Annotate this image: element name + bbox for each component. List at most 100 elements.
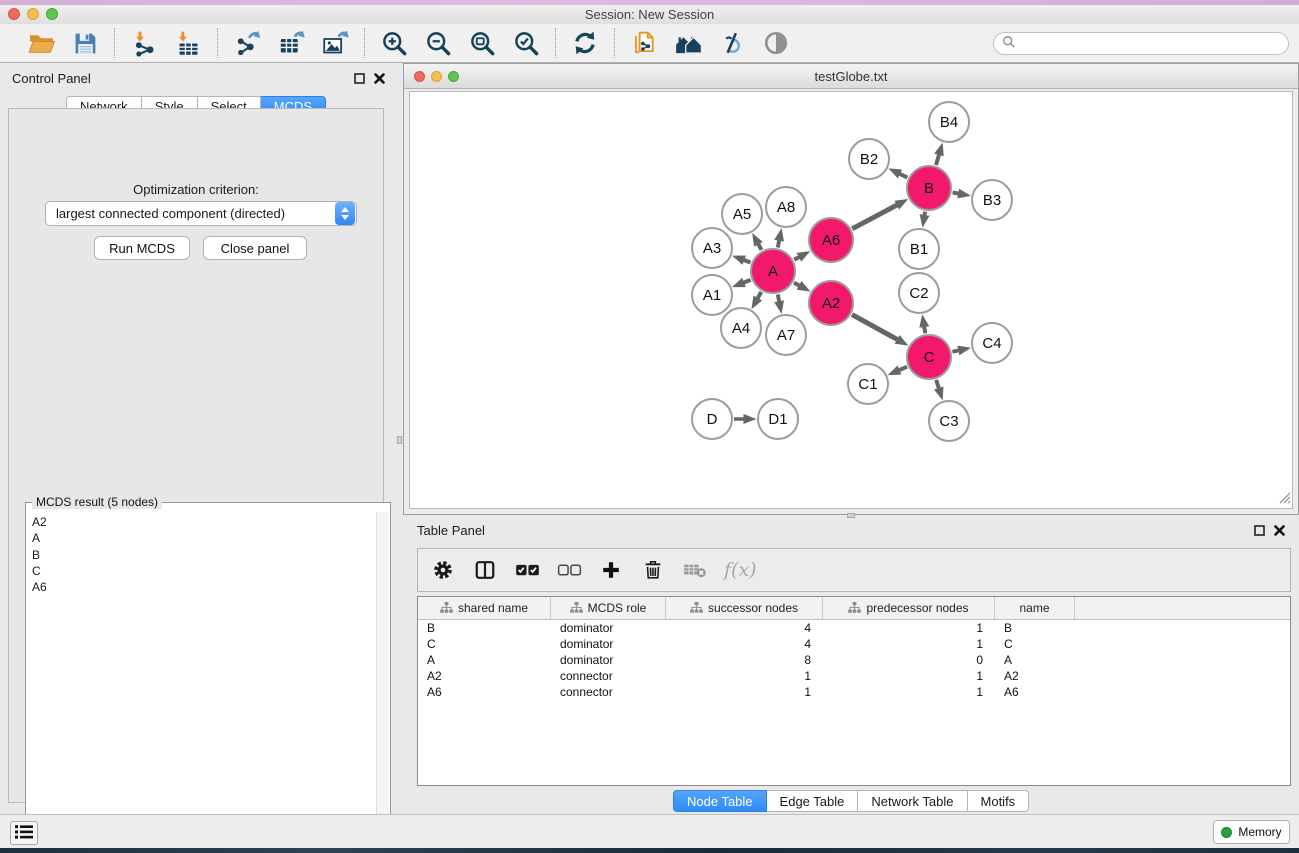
- copy-network-icon[interactable]: [629, 28, 659, 58]
- column-header-MCDS-role[interactable]: MCDS role: [551, 597, 666, 619]
- graph-node-B1[interactable]: B1: [898, 228, 940, 270]
- graphics-details-icon[interactable]: [717, 28, 747, 58]
- close-panel-icon[interactable]: [1274, 525, 1285, 536]
- zoom-window-icon[interactable]: [46, 8, 58, 20]
- tab-node-table[interactable]: Node Table: [673, 790, 767, 812]
- edge[interactable]: [924, 327, 925, 334]
- column-browser-icon[interactable]: [472, 557, 498, 583]
- run-mcds-button[interactable]: Run MCDS: [94, 236, 190, 260]
- table-row[interactable]: A2connector11A2: [418, 668, 1290, 684]
- network-window-titlebar[interactable]: testGlobe.txt: [404, 64, 1298, 89]
- edge[interactable]: [794, 257, 799, 260]
- result-scrollbar[interactable]: [376, 512, 389, 840]
- tab-edge-table[interactable]: Edge Table: [767, 790, 859, 812]
- graph-node-A1[interactable]: A1: [691, 274, 733, 316]
- graph-node-D[interactable]: D: [691, 398, 733, 440]
- graph-node-B2[interactable]: B2: [848, 138, 890, 180]
- export-network-icon[interactable]: [232, 28, 262, 58]
- graph-node-A3[interactable]: A3: [691, 227, 733, 269]
- task-history-button[interactable]: [10, 821, 38, 845]
- tab-motifs[interactable]: Motifs: [968, 790, 1030, 812]
- import-table-icon[interactable]: [173, 28, 203, 58]
- edge[interactable]: [778, 295, 779, 302]
- close-panel-button[interactable]: Close panel: [203, 236, 307, 260]
- graph-node-A[interactable]: A: [750, 248, 796, 294]
- edge[interactable]: [899, 367, 907, 371]
- delete-table-icon[interactable]: [682, 557, 708, 583]
- export-image-icon[interactable]: [320, 28, 350, 58]
- zoom-fit-icon[interactable]: [467, 28, 497, 58]
- float-panel-icon[interactable]: [1254, 525, 1265, 536]
- graph-node-C4[interactable]: C4: [971, 322, 1013, 364]
- graph-node-A2[interactable]: A2: [808, 280, 854, 326]
- open-file-icon[interactable]: [26, 28, 56, 58]
- import-network-icon[interactable]: [129, 28, 159, 58]
- edge[interactable]: [852, 205, 897, 229]
- select-all-icon[interactable]: [514, 557, 540, 583]
- edge[interactable]: [936, 380, 939, 389]
- zoom-selected-icon[interactable]: [511, 28, 541, 58]
- deselect-all-icon[interactable]: [556, 557, 582, 583]
- search-field[interactable]: [993, 32, 1289, 55]
- save-session-icon[interactable]: [70, 28, 100, 58]
- graph-node-B[interactable]: B: [906, 165, 952, 211]
- column-header-name[interactable]: name: [995, 597, 1075, 619]
- edge[interactable]: [936, 155, 939, 166]
- graph-node-B4[interactable]: B4: [928, 101, 970, 143]
- edge[interactable]: [952, 350, 958, 351]
- zoom-in-icon[interactable]: [379, 28, 409, 58]
- mcds-result-list[interactable]: A2ABCA6: [27, 512, 376, 840]
- resize-grip-icon[interactable]: [1277, 490, 1291, 507]
- zoom-out-icon[interactable]: [423, 28, 453, 58]
- export-table-icon[interactable]: [276, 28, 306, 58]
- edge[interactable]: [758, 292, 762, 299]
- table-row[interactable]: Adominator80A: [418, 652, 1290, 668]
- minimize-view-icon[interactable]: [431, 71, 442, 82]
- edge[interactable]: [744, 280, 751, 283]
- float-panel-icon[interactable]: [354, 73, 365, 84]
- refresh-icon[interactable]: [570, 28, 600, 58]
- minimize-window-icon[interactable]: [27, 8, 39, 20]
- table-row[interactable]: A6connector11A6: [418, 684, 1290, 700]
- zoom-view-icon[interactable]: [448, 71, 459, 82]
- graph-node-B3[interactable]: B3: [971, 179, 1013, 221]
- search-input[interactable]: [1020, 34, 1288, 53]
- column-header-shared-name[interactable]: shared name: [418, 597, 551, 619]
- graph-node-D1[interactable]: D1: [757, 398, 799, 440]
- graph-node-A7[interactable]: A7: [765, 314, 807, 356]
- edge[interactable]: [852, 315, 898, 340]
- add-column-icon[interactable]: [598, 557, 624, 583]
- table-row[interactable]: Bdominator41B: [418, 620, 1290, 636]
- tab-network-table[interactable]: Network Table: [858, 790, 967, 812]
- column-header-predecessor-nodes[interactable]: predecessor nodes: [823, 597, 995, 619]
- splitter-handle[interactable]: [397, 436, 402, 444]
- edge[interactable]: [794, 283, 800, 286]
- home-layout-icon[interactable]: [673, 28, 703, 58]
- column-header-successor-nodes[interactable]: successor nodes: [666, 597, 823, 619]
- close-panel-icon[interactable]: [374, 73, 385, 84]
- graph-node-A6[interactable]: A6: [808, 217, 854, 263]
- network-canvas[interactable]: B4 B2 B B3 A8A5 A6 A3 B1 A C2 A1 A2 A4A7 C4 C C1 D D1 C3: [409, 91, 1293, 509]
- edge[interactable]: [953, 193, 959, 194]
- delete-column-icon[interactable]: [640, 557, 666, 583]
- birdseye-view-icon[interactable]: [761, 28, 791, 58]
- graph-node-C2[interactable]: C2: [898, 272, 940, 314]
- close-view-icon[interactable]: [414, 71, 425, 82]
- graph-node-C[interactable]: C: [906, 334, 952, 380]
- edge[interactable]: [758, 244, 761, 250]
- close-window-icon[interactable]: [8, 8, 20, 20]
- edge[interactable]: [925, 212, 926, 216]
- graph-node-A5[interactable]: A5: [721, 193, 763, 235]
- edge[interactable]: [900, 174, 908, 178]
- graph-node-C1[interactable]: C1: [847, 363, 889, 405]
- graph-node-A8[interactable]: A8: [765, 186, 807, 228]
- splitter-handle[interactable]: [847, 513, 855, 518]
- criterion-dropdown[interactable]: largest connected component (directed): [45, 201, 357, 226]
- table-row[interactable]: Cdominator41C: [418, 636, 1290, 652]
- gear-icon[interactable]: [430, 557, 456, 583]
- edge[interactable]: [778, 240, 779, 247]
- graph-node-A4[interactable]: A4: [720, 307, 762, 349]
- function-builder-icon[interactable]: f(x): [724, 557, 757, 583]
- graph-node-C3[interactable]: C3: [928, 400, 970, 442]
- edge[interactable]: [744, 260, 751, 263]
